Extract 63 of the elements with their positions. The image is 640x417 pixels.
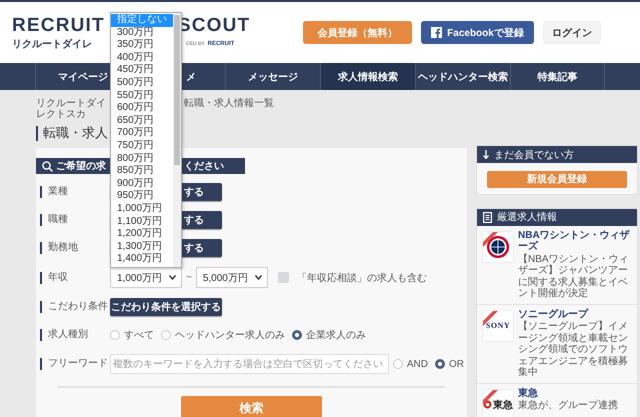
company-logo-tile[interactable]: 東急 — [483, 390, 513, 417]
job-title-link[interactable]: ソニーグループ — [518, 308, 634, 320]
card-title: 厳選求人情報 — [497, 210, 557, 224]
dropdown-option[interactable]: 650万円 — [111, 114, 173, 128]
dropdown-option[interactable]: 850万円 — [111, 165, 173, 178]
dropdown-option[interactable]: 400万円 — [111, 52, 173, 64]
radio-button[interactable] — [435, 359, 445, 369]
radio-label: すべて — [124, 329, 154, 342]
job-title-link[interactable]: NBAワシントン・ウィザーズ — [518, 230, 634, 252]
dropdown-option[interactable]: 550万円 — [111, 90, 173, 102]
nav-tab[interactable]: 特集記事 — [510, 63, 605, 90]
company-logo: 東急 — [493, 398, 513, 412]
radio-button[interactable] — [292, 330, 302, 340]
dropdown-option[interactable]: 1,000万円 — [111, 202, 173, 216]
panel-heading: ご希望の求 — [56, 160, 106, 173]
company-logo-tile[interactable] — [483, 232, 513, 262]
company-logo: SONY — [486, 321, 510, 330]
card-title: まだ会員でない方 — [494, 148, 574, 162]
dropdown-option[interactable]: 600万円 — [111, 102, 173, 115]
company-logo-tile[interactable]: SONY — [483, 310, 513, 340]
select-button[interactable]: こだわり条件を選択する — [110, 298, 222, 316]
nav-tab[interactable]: 求人情報検索 — [320, 63, 415, 90]
search-icon — [42, 160, 53, 172]
dropdown-option[interactable]: 300万円 — [111, 26, 173, 40]
checkbox-label: 「年収応相談」の求人も含む — [296, 272, 427, 284]
job-description: 【ソニーグループ】イメージング領域と車載センシング領域でのソフトウェアエンジニアを積極募集中 — [518, 321, 629, 378]
logo-subtitle: リクルートダイレ — [12, 38, 93, 50]
login-button[interactable]: ログイン — [543, 21, 601, 44]
radio-label: 企業求人のみ — [306, 328, 366, 342]
dropdown-option[interactable]: 1,400万円 — [111, 253, 173, 266]
dropdown-option[interactable]: 700万円 — [111, 127, 173, 140]
dropdown-option[interactable]: 950万円 — [111, 190, 173, 203]
breadcrumb-current: 転職・求人情報一覧 — [184, 98, 274, 111]
breadcrumb-link[interactable]: リクルートダイレクトスカ — [36, 98, 108, 120]
radio-label: AND — [406, 358, 428, 370]
dropdown-option[interactable]: 750万円 — [111, 140, 173, 153]
page-title: 転職・求人 — [43, 124, 108, 142]
dropdown-option[interactable]: 900万円 — [111, 178, 173, 190]
salary-max-select[interactable]: 5,000万円 — [196, 267, 268, 288]
facebook-register-button[interactable]: Facebookで登録 — [421, 21, 534, 44]
down-arrow-icon — [483, 150, 489, 159]
salary-min-select[interactable]: 1,000万円 — [110, 267, 182, 288]
job-title-link[interactable]: 東急 — [518, 388, 634, 399]
dropdown-option[interactable]: 800万円 — [111, 152, 173, 166]
nav-tab[interactable]: ヘッドハンター検索 — [415, 63, 510, 90]
dropdown-option[interactable]: 1,100万円 — [111, 216, 173, 228]
facebook-icon — [431, 27, 442, 38]
job-description: 東急が、グループ連携 — [518, 400, 619, 412]
logo-wordmark: RECRUIT — [12, 14, 105, 36]
dropdown-option[interactable]: 1,200万円 — [111, 228, 173, 241]
range-separator: ~ — [186, 272, 192, 283]
keyword-field[interactable]: 複数のキーワードを入力する場合は空白で区切ってください — [110, 354, 389, 374]
document-icon — [483, 212, 492, 222]
dropdown-option[interactable]: 1,300万円 — [111, 240, 173, 254]
radio-label: ヘッドハンター求人のみ — [175, 328, 285, 342]
checkbox[interactable] — [278, 272, 289, 283]
job-description: 【NBAワシントン・ウィザーズ】ジャパンツアーに関する求人募集とイベント開催が決定 — [518, 254, 630, 300]
scrollbar[interactable] — [173, 13, 181, 267]
chevron-down-icon — [254, 275, 262, 280]
radio-label: OR — [449, 358, 464, 370]
chevron-down-icon — [169, 275, 176, 280]
dropdown-option[interactable]: 350万円 — [111, 39, 173, 52]
panel-heading: ください — [184, 160, 224, 173]
